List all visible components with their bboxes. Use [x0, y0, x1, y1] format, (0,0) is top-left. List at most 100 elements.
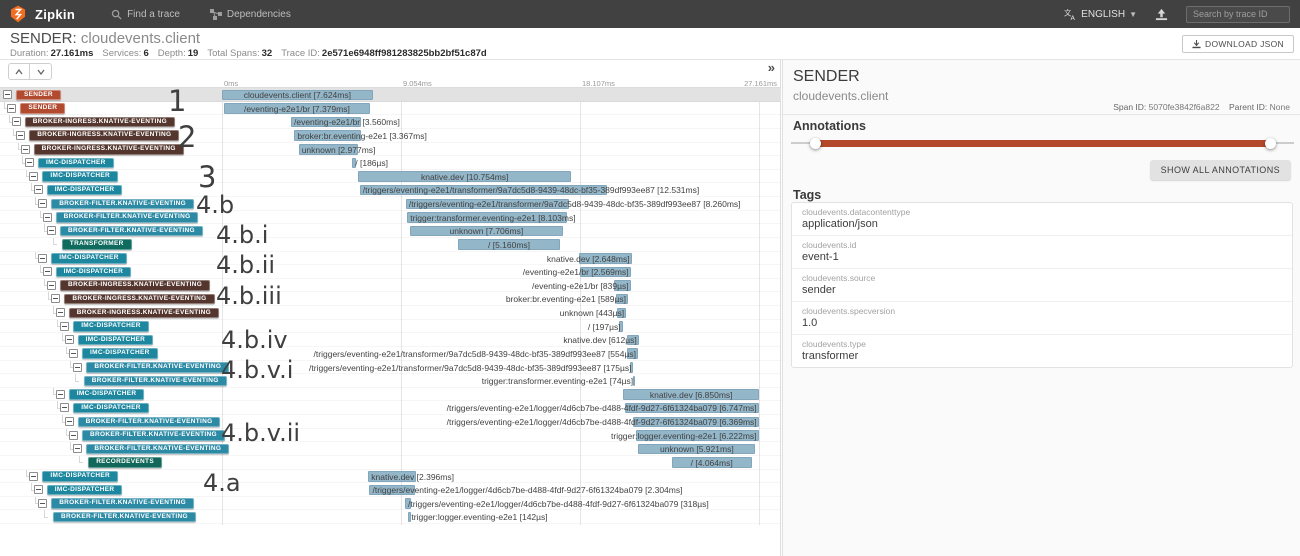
collapse-toggle[interactable] [3, 90, 12, 99]
trace-row[interactable]: IMC-DISPATCHER/ [186µs] [0, 156, 781, 170]
service-chip[interactable]: IMC-DISPATCHER [56, 267, 132, 278]
trace-row[interactable]: BROKER-FILTER.KNATIVE-EVENTING/triggers/… [0, 361, 781, 375]
service-chip[interactable]: BROKER-FILTER.KNATIVE-EVENTING [86, 362, 229, 373]
collapse-toggle[interactable] [56, 308, 65, 317]
service-chip[interactable]: IMC-DISPATCHER [51, 253, 127, 264]
collapse-toggle[interactable] [38, 499, 47, 508]
trace-row[interactable]: BROKER-FILTER.KNATIVE-EVENTINGtrigger:lo… [0, 510, 781, 524]
collapse-toggle[interactable] [65, 417, 74, 426]
trace-row[interactable]: BROKER-INGRESS.KNATIVE-EVENTINGunknown [… [0, 306, 781, 320]
trace-row[interactable]: SENDERcloudevents.client [7.624ms] [0, 88, 781, 102]
service-chip[interactable]: IMC-DISPATCHER [82, 348, 158, 359]
trace-row[interactable]: BROKER-FILTER.KNATIVE-EVENTING/triggers/… [0, 197, 781, 211]
collapse-toggle[interactable] [51, 294, 60, 303]
service-chip[interactable]: IMC-DISPATCHER [42, 171, 118, 182]
service-chip[interactable]: BROKER-INGRESS.KNATIVE-EVENTING [29, 130, 179, 141]
trace-row[interactable]: TRANSFORMER/ [5.160ms] [0, 238, 781, 252]
collapse-toggle[interactable] [73, 444, 82, 453]
service-chip[interactable]: BROKER-FILTER.KNATIVE-EVENTING [51, 199, 194, 210]
trace-row[interactable]: BROKER-INGRESS.KNATIVE-EVENTING/eventing… [0, 115, 781, 129]
collapse-toggle[interactable] [60, 403, 69, 412]
trace-row[interactable]: IMC-DISPATCHERknative.dev [612µs] [0, 333, 781, 347]
trace-row[interactable]: BROKER-FILTER.KNATIVE-EVENTINGtrigger:tr… [0, 374, 781, 388]
service-chip[interactable]: BROKER-INGRESS.KNATIVE-EVENTING [25, 117, 175, 128]
trace-row[interactable]: IMC-DISPATCHER/triggers/eventing-e2e1/tr… [0, 347, 781, 361]
trace-row[interactable]: IMC-DISPATCHERknative.dev [6.850ms] [0, 388, 781, 402]
trace-row[interactable]: BROKER-FILTER.KNATIVE-EVENTINGtrigger:tr… [0, 211, 781, 225]
nav-find-a-trace[interactable]: Find a trace [111, 9, 180, 20]
trace-row[interactable]: BROKER-FILTER.KNATIVE-EVENTINGtrigger:lo… [0, 429, 781, 443]
service-chip[interactable]: IMC-DISPATCHER [73, 321, 149, 332]
service-chip[interactable]: IMC-DISPATCHER [47, 485, 123, 496]
service-chip[interactable]: SENDER [20, 103, 65, 114]
trace-row[interactable]: SENDER/eventing-e2e1/br [7.379ms] [0, 102, 781, 116]
trace-row[interactable]: BROKER-FILTER.KNATIVE-EVENTING/triggers/… [0, 415, 781, 429]
collapse-toggle[interactable] [47, 281, 56, 290]
service-chip[interactable]: BROKER-FILTER.KNATIVE-EVENTING [51, 498, 194, 509]
trace-row[interactable]: BROKER-INGRESS.KNATIVE-EVENTINGunknown [… [0, 143, 781, 157]
service-chip[interactable]: BROKER-INGRESS.KNATIVE-EVENTING [60, 280, 210, 291]
collapse-toggle[interactable] [12, 117, 21, 126]
service-chip[interactable]: SENDER [16, 90, 61, 101]
trace-row[interactable]: IMC-DISPATCHER/ [197µs] [0, 320, 781, 334]
service-chip[interactable]: IMC-DISPATCHER [73, 403, 149, 414]
collapse-toggle[interactable] [29, 472, 38, 481]
service-chip[interactable]: BROKER-FILTER.KNATIVE-EVENTING [56, 212, 199, 223]
show-all-annotations-button[interactable]: SHOW ALL ANNOTATIONS [1150, 160, 1291, 180]
slider-handle-right[interactable] [1265, 138, 1276, 149]
trace-row[interactable]: BROKER-FILTER.KNATIVE-EVENTINGunknown [5… [0, 442, 781, 456]
collapse-toggle[interactable] [21, 145, 30, 154]
collapse-toggle[interactable] [34, 185, 43, 194]
trace-row[interactable]: BROKER-INGRESS.KNATIVE-EVENTINGbroker:br… [0, 292, 781, 306]
service-chip[interactable]: IMC-DISPATCHER [69, 389, 145, 400]
trace-row[interactable]: IMC-DISPATCHER/eventing-e2e1/br [2.569ms… [0, 265, 781, 279]
trace-row[interactable]: RECORDEVENTS/ [4.064ms] [0, 456, 781, 470]
collapse-toggle[interactable] [47, 226, 56, 235]
search-input[interactable] [1186, 6, 1290, 23]
collapse-toggle[interactable] [60, 322, 69, 331]
nav-dependencies[interactable]: Dependencies [210, 9, 291, 20]
download-json-button[interactable]: DOWNLOAD JSON [1182, 35, 1294, 53]
collapse-toggle[interactable] [73, 363, 82, 372]
service-chip[interactable]: RECORDEVENTS [88, 457, 162, 468]
collapse-toggle[interactable] [34, 485, 43, 494]
trace-row[interactable]: IMC-DISPATCHERknative.dev [10.754ms] [0, 170, 781, 184]
service-chip[interactable]: IMC-DISPATCHER [47, 185, 123, 196]
collapse-toggle[interactable] [38, 254, 47, 263]
service-chip[interactable]: BROKER-FILTER.KNATIVE-EVENTING [53, 512, 196, 523]
trace-row[interactable]: BROKER-INGRESS.KNATIVE-EVENTING/eventing… [0, 279, 781, 293]
service-chip[interactable]: BROKER-INGRESS.KNATIVE-EVENTING [34, 144, 184, 155]
collapse-toggle[interactable] [7, 104, 16, 113]
trace-row[interactable]: BROKER-INGRESS.KNATIVE-EVENTINGbroker:br… [0, 129, 781, 143]
trace-row[interactable]: BROKER-FILTER.KNATIVE-EVENTING/triggers/… [0, 497, 781, 511]
trace-row[interactable]: IMC-DISPATCHERknative.dev [2.396ms] [0, 470, 781, 484]
service-chip[interactable]: IMC-DISPATCHER [42, 471, 118, 482]
trace-row[interactable]: IMC-DISPATCHER/triggers/eventing-e2e1/lo… [0, 401, 781, 415]
collapse-toggle[interactable] [29, 172, 38, 181]
service-chip[interactable]: BROKER-FILTER.KNATIVE-EVENTING [82, 430, 225, 441]
collapse-toggle[interactable] [69, 431, 78, 440]
trace-row[interactable]: BROKER-FILTER.KNATIVE-EVENTINGunknown [7… [0, 224, 781, 238]
collapse-toggle[interactable] [38, 199, 47, 208]
service-chip[interactable]: BROKER-FILTER.KNATIVE-EVENTING [84, 376, 227, 387]
collapse-toggle[interactable] [43, 213, 52, 222]
collapse-toggle[interactable] [65, 335, 74, 344]
collapse-detail-icon[interactable]: » [768, 60, 775, 75]
service-chip[interactable]: IMC-DISPATCHER [78, 335, 154, 346]
service-chip[interactable]: BROKER-FILTER.KNATIVE-EVENTING [60, 226, 203, 237]
service-chip[interactable]: IMC-DISPATCHER [38, 158, 114, 169]
service-chip[interactable]: BROKER-FILTER.KNATIVE-EVENTING [86, 444, 229, 455]
trace-row[interactable]: IMC-DISPATCHERknative.dev [2.648ms] [0, 252, 781, 266]
collapse-toggle[interactable] [16, 131, 25, 140]
service-chip[interactable]: BROKER-INGRESS.KNATIVE-EVENTING [64, 294, 214, 305]
service-chip[interactable]: BROKER-INGRESS.KNATIVE-EVENTING [69, 308, 219, 319]
service-chip[interactable]: BROKER-FILTER.KNATIVE-EVENTING [78, 417, 221, 428]
collapse-toggle[interactable] [56, 390, 65, 399]
collapse-toggle[interactable] [25, 158, 34, 167]
trace-row[interactable]: IMC-DISPATCHER/triggers/eventing-e2e1/tr… [0, 183, 781, 197]
trace-row[interactable]: IMC-DISPATCHER/triggers/eventing-e2e1/lo… [0, 483, 781, 497]
upload-icon[interactable] [1155, 8, 1168, 21]
service-chip[interactable]: TRANSFORMER [62, 239, 132, 250]
collapse-toggle[interactable] [69, 349, 78, 358]
collapse-toggle[interactable] [43, 267, 52, 276]
